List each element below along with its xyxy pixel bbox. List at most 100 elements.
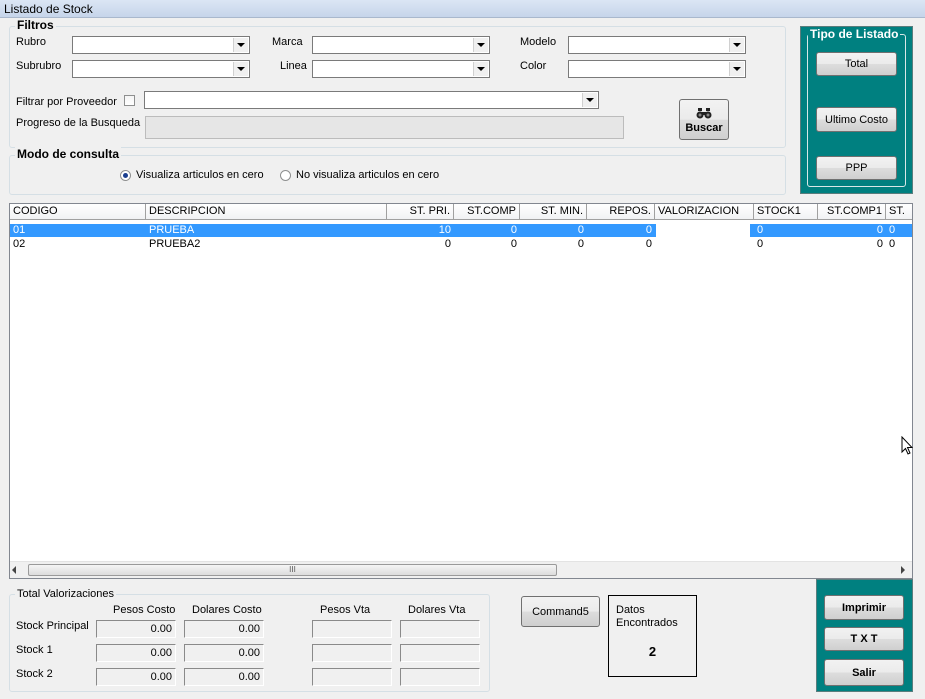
row-stock-2: Stock 2 <box>16 668 53 680</box>
ppp-button[interactable]: PPP <box>816 156 897 180</box>
col-dolares-vta: Dolares Vta <box>408 604 466 616</box>
rubro-select[interactable] <box>72 36 250 54</box>
chevron-down-icon[interactable] <box>729 38 744 52</box>
buscar-label: Buscar <box>685 121 723 134</box>
progress-bar <box>145 116 624 139</box>
command5-button[interactable]: Command5 <box>521 596 600 627</box>
stock1-pesos-vta <box>312 644 392 662</box>
cell-st-pri: 10 <box>438 224 451 236</box>
radio-visualiza-cero[interactable] <box>120 170 131 181</box>
col-pesos-costo: Pesos Costo <box>113 604 176 616</box>
col-header-valorizacion[interactable]: VALORIZACION <box>655 204 754 220</box>
cell-stock1: 0 <box>757 238 764 250</box>
col-header-descripcion[interactable]: DESCRIPCION <box>146 204 387 220</box>
datos-label-line1: Datos <box>616 604 645 616</box>
datos-label-line2: Encontrados <box>616 617 678 629</box>
horizontal-scrollbar[interactable]: III <box>10 561 912 578</box>
cell-st-min: 0 <box>577 238 584 250</box>
chevron-down-icon[interactable] <box>233 38 248 52</box>
col-header-st-min[interactable]: ST. MIN. <box>520 204 587 220</box>
ultimo-costo-button[interactable]: Ultimo Costo <box>816 107 897 132</box>
scroll-left-icon[interactable] <box>12 566 16 574</box>
marca-select[interactable] <box>312 36 490 54</box>
scroll-thumb[interactable]: III <box>28 564 557 576</box>
modelo-label: Modelo <box>520 36 557 48</box>
imprimir-button[interactable]: Imprimir <box>824 595 904 620</box>
tipo-listado-title: Tipo de Listado <box>808 27 901 41</box>
stock1-dolares-costo: 0.00 <box>184 644 264 662</box>
col-header-st-comp1[interactable]: ST.COMP1 <box>818 204 886 220</box>
cell-st-pri: 0 <box>444 238 451 250</box>
principal-dolares-costo: 0.00 <box>184 620 264 638</box>
color-select[interactable] <box>568 60 746 78</box>
col-header-codigo[interactable]: CODIGO <box>10 204 146 220</box>
linea-label: Linea <box>280 60 307 72</box>
cell-st-comp: 0 <box>510 238 517 250</box>
row-stock-1: Stock 1 <box>16 644 53 656</box>
cell-st-min: 0 <box>577 224 584 236</box>
cell-descripcion: PRUEBA2 <box>149 238 201 250</box>
table-row[interactable]: 01 PRUEBA 10 0 0 0 0 0 0 <box>10 224 912 237</box>
cell-codigo: 02 <box>13 238 26 250</box>
proveedor-checkbox[interactable] <box>124 95 135 106</box>
binoculars-icon <box>696 107 712 118</box>
principal-pesos-vta <box>312 620 392 638</box>
stock2-dolares-vta <box>400 668 480 686</box>
total-button[interactable]: Total <box>816 52 897 76</box>
row-stock-principal: Stock Principal <box>16 620 89 632</box>
proveedor-label: Filtrar por Proveedor <box>16 96 117 108</box>
col-header-st[interactable]: ST. <box>886 204 912 220</box>
datos-encontrados-panel: Datos Encontrados 2 <box>608 595 697 677</box>
cell-repos: 0 <box>645 238 652 250</box>
stock2-pesos-costo: 0.00 <box>96 668 176 686</box>
txt-button[interactable]: T X T <box>824 627 904 651</box>
cell-stock1: 0 <box>757 224 764 236</box>
window-title-bar: Listado de Stock <box>0 0 925 18</box>
chevron-down-icon[interactable] <box>582 93 597 107</box>
rubro-label: Rubro <box>16 36 46 48</box>
stock1-dolares-vta <box>400 644 480 662</box>
stock-grid[interactable]: CODIGO DESCRIPCION ST. PRI. ST.COMP ST. … <box>9 203 913 579</box>
cell-st-comp1: 0 <box>876 238 883 250</box>
radio-no-visualiza-cero-label[interactable]: No visualiza articulos en cero <box>296 169 439 181</box>
totales-title: Total Valorizaciones <box>15 588 117 600</box>
cell-codigo: 01 <box>13 224 26 236</box>
modo-consulta-title: Modo de consulta <box>15 147 121 161</box>
col-header-st-pri[interactable]: ST. PRI. <box>387 204 454 220</box>
cell-valorizacion <box>656 238 750 251</box>
chevron-down-icon[interactable] <box>729 62 744 76</box>
window-title: Listado de Stock <box>4 2 93 16</box>
chevron-down-icon[interactable] <box>473 62 488 76</box>
principal-pesos-costo: 0.00 <box>96 620 176 638</box>
cell-st-comp1: 0 <box>876 224 883 236</box>
cell-descripcion: PRUEBA <box>149 224 195 236</box>
modelo-select[interactable] <box>568 36 746 54</box>
datos-count: 2 <box>648 644 657 659</box>
linea-select[interactable] <box>312 60 490 78</box>
progreso-label: Progreso de la Busqueda <box>16 117 141 129</box>
scroll-grip: III <box>289 565 296 574</box>
col-header-st-comp[interactable]: ST.COMP <box>454 204 520 220</box>
salir-button[interactable]: Salir <box>824 659 904 686</box>
table-row[interactable]: 02 PRUEBA2 0 0 0 0 0 0 0 <box>10 238 912 251</box>
cell-st-comp: 0 <box>510 224 517 236</box>
col-pesos-vta: Pesos Vta <box>320 604 371 616</box>
buscar-button[interactable]: Buscar <box>679 99 729 140</box>
scroll-right-icon[interactable] <box>901 566 905 574</box>
proveedor-select[interactable] <box>144 91 599 109</box>
marca-label: Marca <box>272 36 303 48</box>
color-label: Color <box>520 60 547 72</box>
chevron-down-icon[interactable] <box>233 62 248 76</box>
col-header-repos[interactable]: REPOS. <box>587 204 655 220</box>
col-header-stock1[interactable]: STOCK1 <box>754 204 818 220</box>
cell-st: 0 <box>889 224 896 236</box>
stock2-dolares-costo: 0.00 <box>184 668 264 686</box>
radio-no-visualiza-cero[interactable] <box>280 170 291 181</box>
radio-visualiza-cero-label[interactable]: Visualiza articulos en cero <box>136 169 264 181</box>
stock2-pesos-vta <box>312 668 392 686</box>
stock1-pesos-costo: 0.00 <box>96 644 176 662</box>
cell-st: 0 <box>889 238 896 250</box>
cell-repos: 0 <box>645 224 652 236</box>
subrubro-select[interactable] <box>72 60 250 78</box>
chevron-down-icon[interactable] <box>473 38 488 52</box>
